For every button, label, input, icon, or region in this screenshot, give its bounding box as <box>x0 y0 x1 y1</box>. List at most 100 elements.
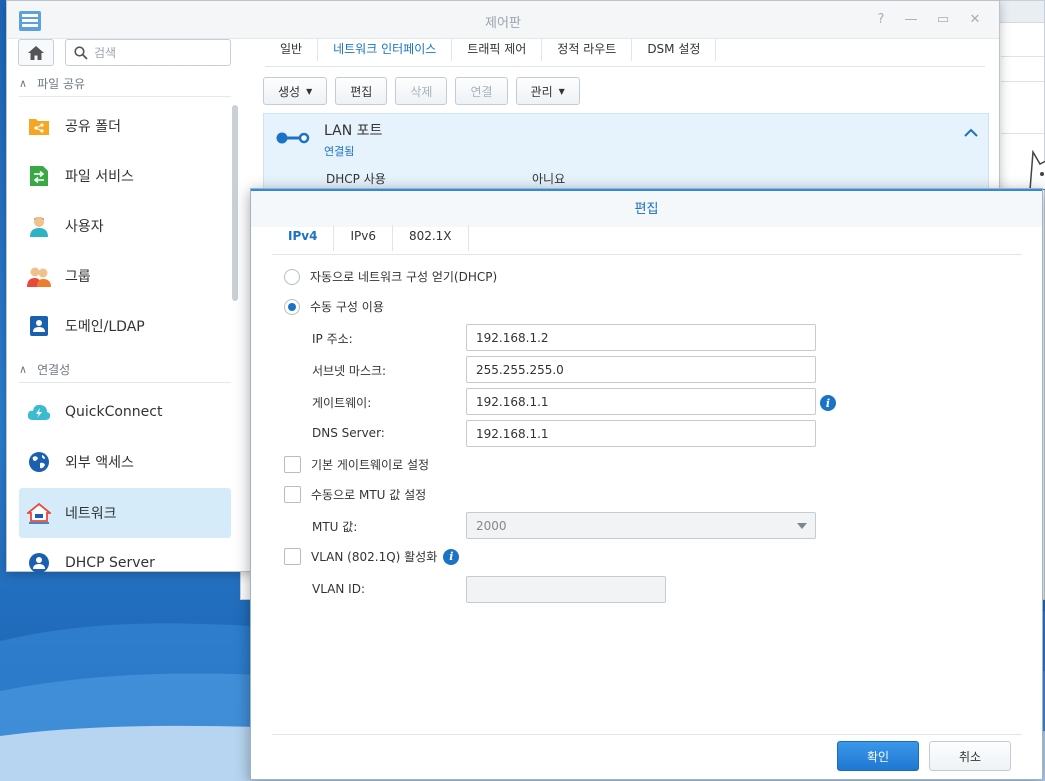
tab-ipv4[interactable]: IPv4 <box>272 225 335 251</box>
vlan-id-label: VLAN ID: <box>312 582 365 596</box>
search-icon <box>74 45 88 60</box>
manual-mtu-row[interactable]: 수동으로 MTU 값 설정 <box>284 486 426 503</box>
manual-mtu-checkbox[interactable] <box>284 486 301 503</box>
tab-dsm-settings[interactable]: DSM 설정 <box>632 39 717 61</box>
chevron-up-icon[interactable] <box>964 128 978 138</box>
lan-port-status: 연결됨 <box>324 145 355 158</box>
home-icon <box>28 45 44 60</box>
gateway-label: 게이트웨이: <box>312 396 372 410</box>
dialog-title: 편집 <box>251 189 1042 227</box>
subnet-mask-input[interactable]: 255.255.255.0 <box>466 356 816 383</box>
section-file-sharing[interactable]: ∧ 파일 공유 <box>19 72 85 94</box>
window-title: 제어판 <box>485 16 521 31</box>
default-gateway-checkbox[interactable] <box>284 456 301 473</box>
sidebar-item-label: 도메인/LDAP <box>65 319 145 335</box>
dns-label: DNS Server: <box>312 426 385 440</box>
domain-ldap-icon <box>27 314 51 338</box>
dhcp-radio-label: 자동으로 네트워크 구성 얻기(DHCP) <box>310 270 498 284</box>
caret-down-icon: ▼ <box>558 86 565 96</box>
tab-ipv6[interactable]: IPv6 <box>334 225 393 251</box>
section-label: 연결성 <box>37 362 71 377</box>
fox-illustration <box>1029 150 1045 190</box>
dns-server-input[interactable]: 192.168.1.1 <box>466 420 816 447</box>
sidebar-item-label: QuickConnect <box>65 404 163 420</box>
help-icon[interactable]: ? <box>873 12 889 28</box>
vlan-row[interactable]: VLAN (802.1Q) 활성화 i <box>284 548 460 565</box>
shared-folder-icon <box>27 114 51 138</box>
dialog-footer-divider <box>272 734 1022 735</box>
minimize-icon[interactable]: — <box>903 12 919 28</box>
lan-port-panel[interactable]: LAN 포트 연결됨 DHCP 사용 아니요 <box>263 113 989 193</box>
dhcp-key: DHCP 사용 <box>326 172 386 186</box>
mtu-select[interactable]: 2000 <box>466 512 816 539</box>
tab-static-route[interactable]: 정적 라우트 <box>542 39 633 61</box>
edit-dialog: 편집 IPv4 IPv6 802.1X 자동으로 네트워크 구성 얻기(DHCP… <box>250 188 1043 780</box>
delete-button[interactable]: 삭제 <box>395 77 448 105</box>
sidebar-item-label: 공유 폴더 <box>65 119 121 135</box>
manage-button[interactable]: 관리 ▼ <box>515 77 580 105</box>
chevron-up-icon: ∧ <box>19 362 28 376</box>
dhcp-radio[interactable] <box>284 268 300 285</box>
vlan-checkbox[interactable] <box>284 548 301 565</box>
create-button[interactable]: 생성 ▼ <box>263 77 328 105</box>
sidebar-item-group[interactable]: 그룹 <box>19 251 231 301</box>
tab-traffic-control[interactable]: 트래픽 제어 <box>452 39 543 61</box>
sidebar-item-user[interactable]: 사용자 <box>19 201 231 251</box>
title-bar[interactable]: 제어판 ? — ▭ ✕ <box>7 1 999 39</box>
ip-label: IP 주소: <box>312 332 353 346</box>
section-connectivity[interactable]: ∧ 연결성 <box>19 358 70 380</box>
close-icon[interactable]: ✕ <box>967 12 983 28</box>
connect-button[interactable]: 연결 <box>455 77 508 105</box>
sidebar-item-quickconnect[interactable]: QuickConnect <box>19 387 231 437</box>
dhcp-radio-row[interactable]: 자동으로 네트워크 구성 얻기(DHCP) <box>284 268 497 285</box>
vlan-label: VLAN (802.1Q) 활성화 <box>311 550 438 564</box>
vlan-id-input[interactable] <box>466 576 666 603</box>
tab-general[interactable]: 일반 <box>265 39 319 61</box>
main-tabs: 일반 네트워크 인터페이스 트래픽 제어 정적 라우트 DSM 설정 <box>265 39 985 67</box>
tab-network-interface[interactable]: 네트워크 인터페이스 <box>318 39 453 61</box>
sidebar-item-label: 네트워크 <box>65 506 117 522</box>
manual-radio-row[interactable]: 수동 구성 이용 <box>284 298 384 315</box>
gateway-input[interactable]: 192.168.1.1 <box>466 388 816 415</box>
mtu-label: MTU 값: <box>312 520 358 534</box>
dialog-tabs: IPv4 IPv6 802.1X <box>272 225 1022 255</box>
sidebar-item-label: DHCP Server <box>65 555 155 571</box>
gateway-info-icon[interactable]: i <box>820 395 836 411</box>
ok-button[interactable]: 확인 <box>837 741 919 771</box>
sidebar-item-shared-folder[interactable]: 공유 폴더 <box>19 101 231 151</box>
network-home-icon <box>27 501 51 525</box>
maximize-icon[interactable]: ▭ <box>935 12 951 28</box>
sidebar-item-network[interactable]: 네트워크 <box>19 488 231 538</box>
vlan-info-icon[interactable]: i <box>443 548 460 565</box>
sidebar-item-label: 그룹 <box>65 269 91 285</box>
search-input[interactable]: 검색 <box>65 39 231 66</box>
edit-button[interactable]: 편집 <box>335 77 388 105</box>
mtu-value: 2000 <box>476 518 507 533</box>
default-gateway-label: 기본 게이트웨이로 설정 <box>311 458 430 472</box>
sidebar: 검색 ∧ 파일 공유 공유 폴더 파일 서비스 사용자 그룹 도메인/LDAP … <box>7 39 239 573</box>
home-button[interactable] <box>18 39 54 66</box>
quickconnect-icon <box>27 400 51 424</box>
tab-8021x[interactable]: 802.1X <box>393 225 469 251</box>
sidebar-item-dhcp-server[interactable]: DHCP Server <box>19 538 231 588</box>
globe-icon <box>27 450 51 474</box>
default-gateway-row[interactable]: 기본 게이트웨이로 설정 <box>284 456 429 473</box>
file-services-icon <box>27 164 51 188</box>
sidebar-item-domain-ldap[interactable]: 도메인/LDAP <box>19 301 231 351</box>
search-placeholder: 검색 <box>94 46 117 60</box>
sidebar-item-external-access[interactable]: 외부 액세스 <box>19 437 231 487</box>
dhcp-value: 아니요 <box>532 172 566 186</box>
sidebar-scrollbar[interactable] <box>232 105 238 301</box>
sidebar-item-file-services[interactable]: 파일 서비스 <box>19 151 231 201</box>
manual-radio[interactable] <box>284 298 300 315</box>
ip-address-input[interactable]: 192.168.1.2 <box>466 324 816 351</box>
manual-radio-label: 수동 구성 이용 <box>310 300 384 314</box>
manage-label: 관리 <box>530 84 553 99</box>
cancel-button[interactable]: 취소 <box>929 741 1011 771</box>
manual-mtu-label: 수동으로 MTU 값 설정 <box>311 488 427 502</box>
caret-down-icon: ▼ <box>306 86 313 96</box>
toolbar: 생성 ▼ 편집 삭제 연결 관리 ▼ <box>263 77 580 105</box>
dhcp-server-icon <box>27 551 51 575</box>
dropdown-arrow-icon <box>797 523 807 529</box>
chevron-up-icon: ∧ <box>19 76 28 90</box>
